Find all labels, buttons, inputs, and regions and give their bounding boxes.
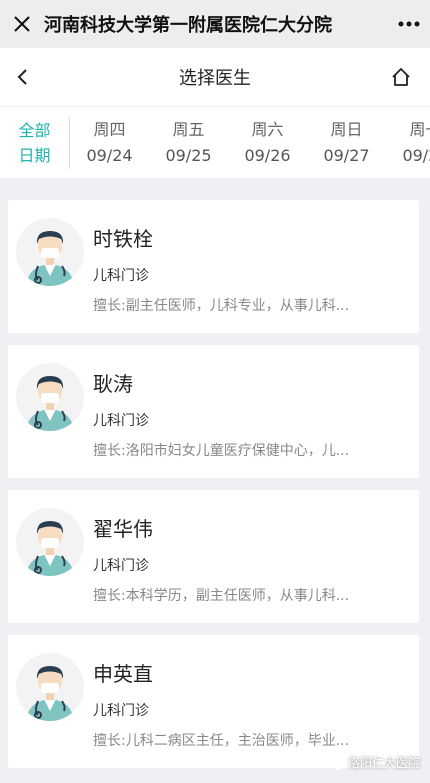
chevron-left-icon	[17, 69, 27, 85]
tab-day[interactable]: 周五 09/25	[149, 117, 228, 169]
day-weekday: 周六	[251, 119, 284, 139]
doctor-specialty: 擅长:副主任医师，儿科专业，从事儿科...	[93, 298, 350, 314]
tab-day[interactable]: 周日 09/27	[307, 117, 386, 169]
doctor-department: 儿科门诊	[93, 268, 149, 284]
doctor-info: 时铁栓 儿科门诊 擅长:副主任医师，儿科专业，从事儿科...	[93, 224, 405, 316]
doctor-specialty: 擅长:洛阳市妇女儿童医疗保健中心，儿...	[93, 443, 350, 459]
day-weekday: 周日	[330, 119, 363, 139]
day-weekday: 周一	[409, 119, 430, 139]
tab-day[interactable]: 周六 09/26	[228, 117, 307, 169]
tab-day[interactable]: 周四 09/24	[70, 117, 149, 169]
back-button[interactable]	[8, 62, 38, 92]
doctor-department: 儿科门诊	[93, 558, 149, 574]
doctor-list: 时铁栓 儿科门诊 擅长:副主任医师，儿科专业，从事儿科... 耿涛 儿科门诊 擅…	[0, 178, 430, 768]
date-tabs: 全部 日期 周四 09/24 周五 09/25 周六 09/26 周日 09/2…	[0, 106, 430, 178]
doctor-card[interactable]: 翟华伟 儿科门诊 擅长:本科学历，副主任医师，从事儿科...	[8, 490, 419, 623]
page-header: 选择医生	[0, 48, 430, 106]
doctor-specialty: 擅长:儿科二病区主任，主治医师，毕业...	[93, 733, 350, 749]
page-title: 选择医生	[179, 68, 251, 89]
doctor-card[interactable]: 申英直 儿科门诊 擅长:儿科二病区主任，主治医师，毕业...	[8, 635, 419, 768]
doctor-name: 耿涛	[93, 372, 133, 396]
doctor-card[interactable]: 时铁栓 儿科门诊 擅长:副主任医师，儿科专业，从事儿科...	[8, 200, 419, 333]
wechat-icon	[326, 755, 344, 770]
doctor-avatar-icon	[16, 508, 84, 576]
tab-day[interactable]: 周一 09/28	[386, 117, 430, 169]
home-icon	[392, 68, 410, 86]
doctor-avatar-icon	[16, 363, 84, 431]
day-weekday: 周五	[172, 119, 205, 139]
hospital-title: 河南科技大学第一附属医院仁大分院	[44, 15, 332, 36]
doctor-info: 耿涛 儿科门诊 擅长:洛阳市妇女儿童医疗保健中心，儿...	[93, 369, 405, 461]
doctor-specialty: 擅长:本科学历，副主任医师，从事儿科...	[93, 588, 350, 604]
day-date: 09/28	[402, 145, 430, 165]
tab-all-dates[interactable]: 全部 日期	[0, 116, 70, 169]
all-dates-label-2: 日期	[18, 145, 51, 165]
doctor-avatar-icon	[16, 218, 84, 286]
close-icon[interactable]	[10, 12, 34, 36]
wechat-title-bar: 河南科技大学第一附属医院仁大分院	[0, 0, 430, 48]
all-dates-label-1: 全部	[18, 120, 51, 140]
day-weekday: 周四	[93, 119, 126, 139]
more-icon[interactable]	[384, 21, 420, 27]
doctor-department: 儿科门诊	[93, 703, 149, 719]
day-date: 09/27	[323, 145, 370, 165]
doctor-name: 翟华伟	[93, 517, 153, 541]
home-button[interactable]	[386, 62, 416, 92]
day-date: 09/26	[244, 145, 291, 165]
doctor-avatar-icon	[16, 653, 84, 721]
doctor-name: 时铁栓	[93, 227, 153, 251]
doctor-name: 申英直	[93, 662, 153, 686]
day-date: 09/24	[86, 145, 133, 165]
doctor-info: 申英直 儿科门诊 擅长:儿科二病区主任，主治医师，毕业...	[93, 659, 405, 751]
watermark: 洛阳仁大医院	[326, 754, 420, 771]
day-date: 09/25	[165, 145, 212, 165]
doctor-card[interactable]: 耿涛 儿科门诊 擅长:洛阳市妇女儿童医疗保健中心，儿...	[8, 345, 419, 478]
watermark-text: 洛阳仁大医院	[347, 756, 420, 770]
doctor-department: 儿科门诊	[93, 413, 149, 429]
doctor-info: 翟华伟 儿科门诊 擅长:本科学历，副主任医师，从事儿科...	[93, 514, 405, 606]
